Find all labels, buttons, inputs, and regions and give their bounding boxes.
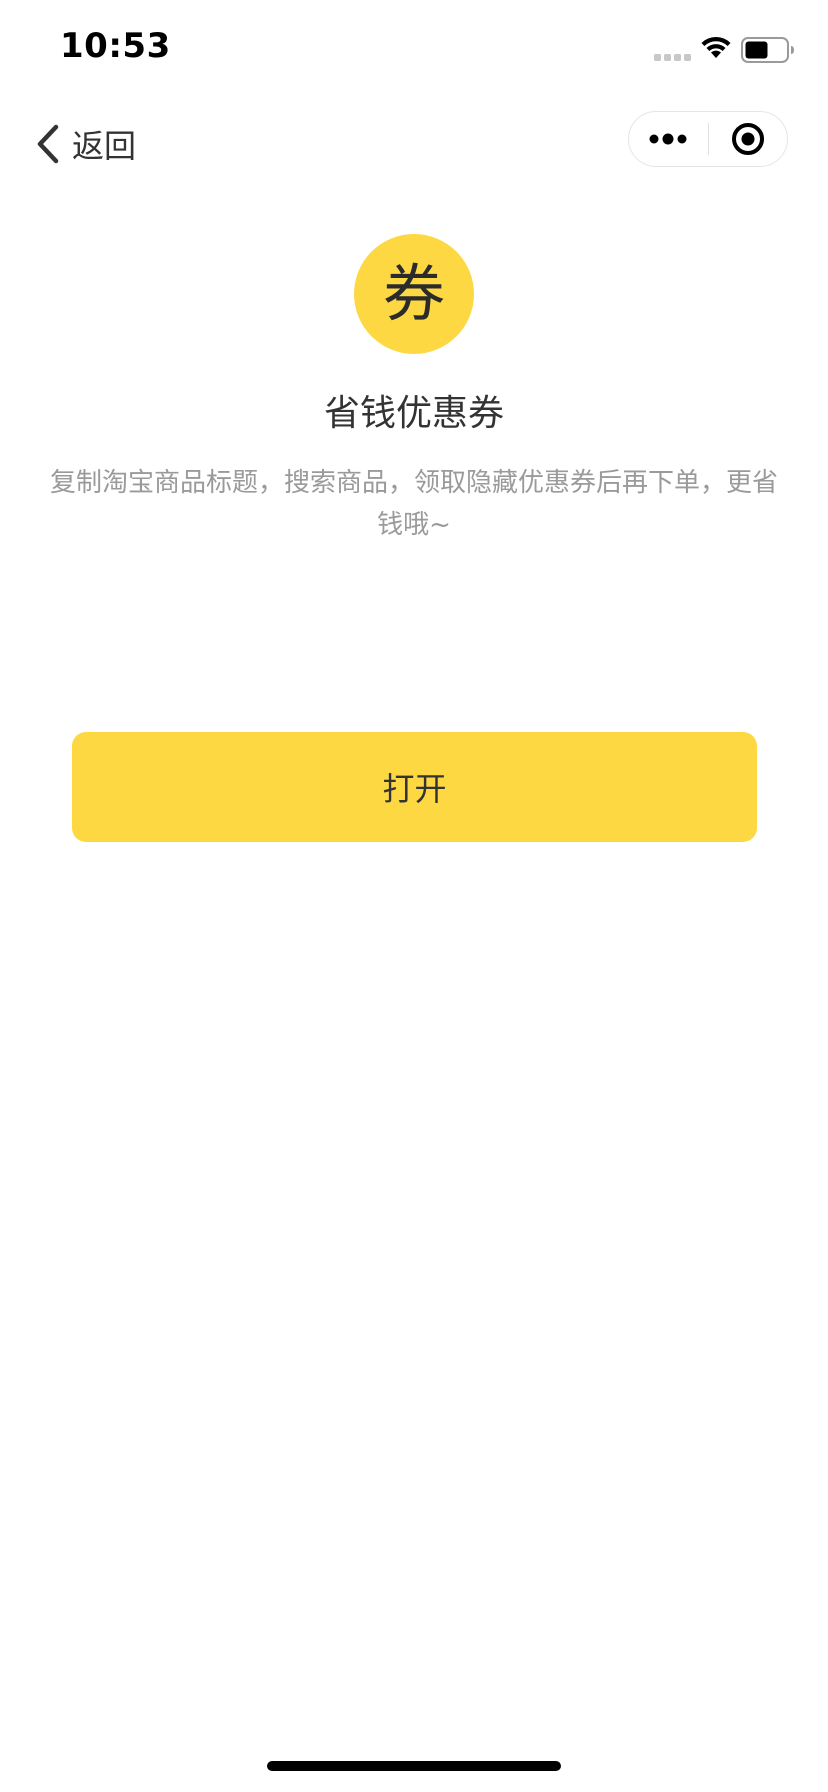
status-time: 10:53 bbox=[60, 26, 171, 66]
open-button[interactable]: 打开 bbox=[72, 732, 757, 842]
signal-icon bbox=[654, 54, 691, 61]
status-bar: 10:53 bbox=[0, 0, 828, 100]
close-target-icon bbox=[731, 123, 764, 155]
nav-bar: 返回 bbox=[0, 100, 828, 188]
coupon-badge: 券 bbox=[354, 234, 474, 354]
more-icon bbox=[649, 133, 687, 145]
back-button[interactable]: 返回 bbox=[30, 116, 136, 172]
coupon-badge-text: 券 bbox=[382, 257, 445, 330]
page-title: 省钱优惠券 bbox=[323, 393, 504, 434]
close-button[interactable] bbox=[709, 112, 788, 166]
chevron-left-icon bbox=[37, 124, 59, 164]
page-description: 复制淘宝商品标题，搜索商品，领取隐藏优惠券后再下单，更省钱哦~ bbox=[49, 468, 778, 540]
mini-program-capsule bbox=[628, 111, 788, 167]
wifi-icon bbox=[701, 36, 731, 58]
home-indicator bbox=[267, 1761, 561, 1771]
more-button[interactable] bbox=[629, 112, 708, 166]
battery-icon bbox=[741, 37, 794, 63]
back-label: 返回 bbox=[72, 127, 137, 165]
